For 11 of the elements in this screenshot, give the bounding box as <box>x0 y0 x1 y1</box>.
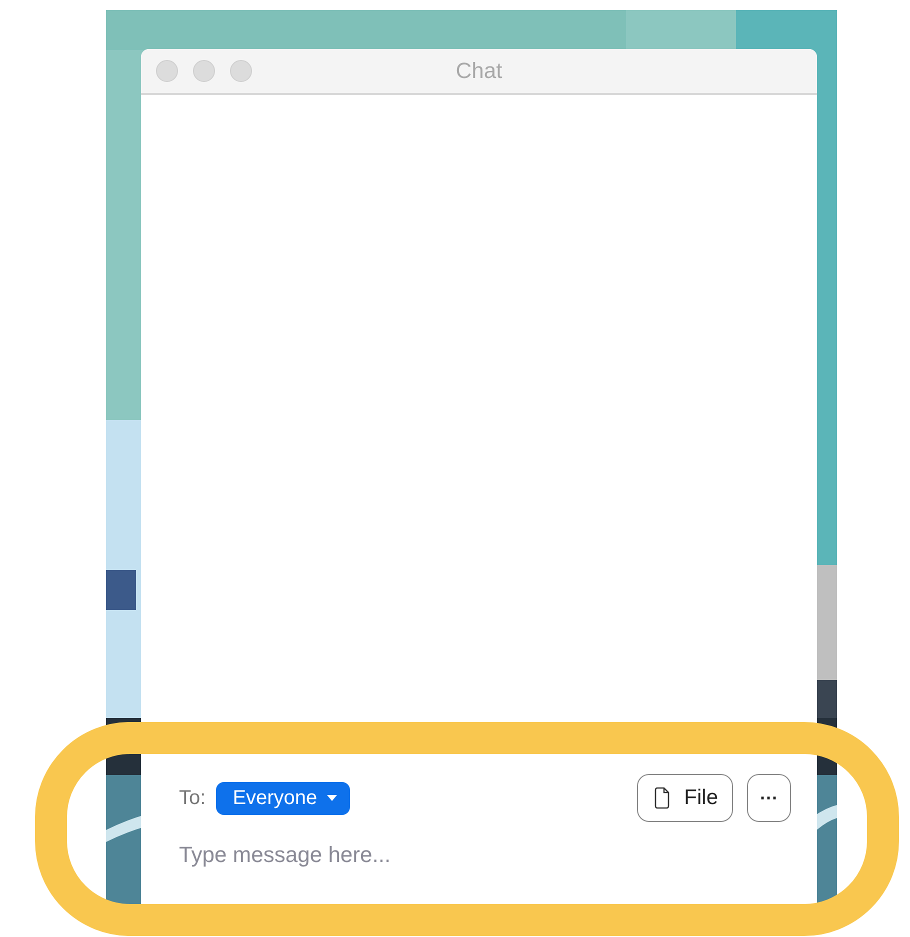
caret-icon <box>327 795 338 801</box>
zoom-icon[interactable] <box>230 60 252 82</box>
more-button[interactable]: ··· <box>747 774 791 822</box>
to-label: To: <box>179 786 206 810</box>
file-button[interactable]: File <box>637 774 733 822</box>
minimize-icon[interactable] <box>193 60 215 82</box>
document-icon <box>654 787 670 809</box>
recipient-dropdown[interactable]: Everyone <box>216 782 350 814</box>
message-field[interactable]: Type message here... <box>179 842 579 868</box>
window-title: Chat <box>456 58 502 84</box>
close-icon[interactable] <box>156 60 178 82</box>
